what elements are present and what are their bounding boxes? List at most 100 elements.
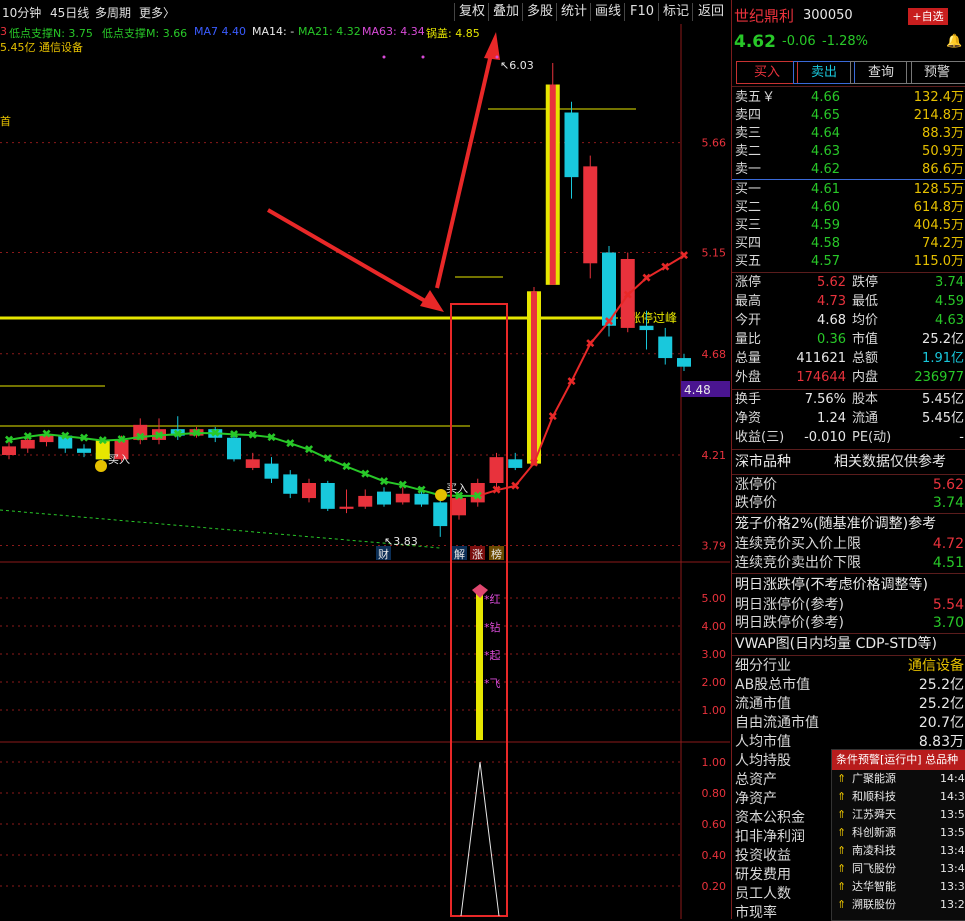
- candle: [564, 101, 579, 199]
- quote-row: 总量 411621 总额 1.91亿: [732, 350, 965, 368]
- ask-row[interactable]: 卖二 4.63 50.9万: [732, 143, 965, 161]
- chart-area[interactable]: 10分钟 45日线 多周期 更多〉 复权 叠加 多股 统计 画线 F10 标记 …: [0, 0, 730, 919]
- bid-row[interactable]: 买四 4.58 74.2万: [732, 235, 965, 253]
- condition-alert-panel[interactable]: 条件预警[运行中] 总品种 ⇑ 广聚能源 14:4 ⇑ 和顺科技 14:3 ⇑ 江苏舜天 13:…: [831, 749, 965, 921]
- ask-label: 卖三: [735, 126, 762, 141]
- quote-value: 4.59: [935, 294, 964, 309]
- ma-marker: ✖: [360, 467, 370, 481]
- candle-body: [302, 483, 316, 499]
- bid-row[interactable]: 买二 4.60 614.8万: [732, 199, 965, 217]
- query-button[interactable]: 查询: [850, 61, 912, 84]
- candle-body: [433, 502, 448, 527]
- annotation-arrow-shaft: [266, 208, 434, 307]
- sell-button[interactable]: 卖出: [793, 61, 855, 84]
- limit-row: 跌停价 3.74: [732, 494, 965, 512]
- fund-row: 收益(三) -0.010 PE(动) -: [732, 429, 965, 447]
- quote-key: 市值: [852, 332, 879, 347]
- candle-body: [77, 448, 91, 453]
- alert-button[interactable]: 预警: [906, 61, 965, 84]
- market-type: 深市品种: [735, 454, 791, 470]
- divider: [732, 474, 965, 475]
- alert-item[interactable]: ⇑ 和顺科技 14:3: [832, 788, 965, 806]
- sub-axis-1: 5.00 4.00 3.00 2.00 1.00: [0, 592, 726, 717]
- quote-key: 量比: [735, 332, 762, 347]
- quote-key: 内盘: [852, 370, 879, 385]
- annotation-arrow-head: [420, 290, 444, 312]
- buy-mark-2: 买入: [446, 482, 468, 495]
- ma-marker: ✖: [510, 479, 520, 493]
- cage-key: 连续竞价卖出价下限: [735, 555, 861, 571]
- alert-item[interactable]: ⇑ 南凌科技 13:4: [832, 842, 965, 860]
- candle-body: [583, 166, 598, 264]
- ask-price: 4.63: [811, 144, 840, 159]
- ask-label: 卖二: [735, 144, 762, 159]
- candle-body: [564, 112, 579, 178]
- alert-item[interactable]: ⇑ 同飞股份 13:4: [832, 860, 965, 878]
- alert-item[interactable]: ⇑ 达华智能 13:3: [832, 878, 965, 896]
- signal-word: *飞: [484, 677, 501, 690]
- bid-row[interactable]: 买三 4.59 404.5万: [732, 217, 965, 235]
- ask-row[interactable]: 卖五 ￥ 4.66 132.4万: [732, 89, 965, 107]
- vwap-link[interactable]: VWAP图(日内均量 CDP-STD等): [732, 635, 965, 653]
- bid-row[interactable]: 买五 4.57 115.0万: [732, 253, 965, 271]
- ma-marker: ✖: [285, 436, 295, 450]
- alert-time: 13:4: [940, 844, 965, 857]
- candle-body: [320, 483, 335, 509]
- tag-unlock-text: 解: [454, 547, 465, 561]
- bid-label: 买二: [735, 200, 762, 215]
- ask-row[interactable]: 卖三 4.64 88.3万: [732, 125, 965, 143]
- ma-marker: ✖: [304, 443, 314, 457]
- tomorrow-title-text: 明日涨跌停(不考虑价格调整等): [735, 577, 928, 593]
- candle-body: [358, 495, 373, 507]
- ma-marker: ✖: [379, 474, 389, 488]
- divider: [732, 389, 965, 390]
- fund-value: -: [959, 430, 964, 445]
- quote-value: 0.36: [817, 332, 846, 347]
- buy-button[interactable]: 买入: [736, 61, 798, 84]
- tomorrow-title: 明日涨跌停(不考虑价格调整等): [732, 576, 965, 594]
- ask-row[interactable]: 卖一 4.62 86.6万: [732, 161, 965, 179]
- bid-volume: 128.5万: [913, 182, 964, 197]
- price-tick-label: 4.21: [702, 449, 727, 462]
- detail-key: 资本公积金: [735, 810, 805, 826]
- bid-price: 4.59: [811, 218, 840, 233]
- add-watchlist-button[interactable]: +自选: [908, 8, 948, 25]
- ma-marker: ✖: [173, 427, 183, 441]
- bid-row[interactable]: 买一 4.61 128.5万: [732, 181, 965, 199]
- tag-dragon-list-text: 榜: [491, 547, 502, 561]
- fund-key: 净资: [735, 411, 762, 426]
- bid-volume: 614.8万: [913, 200, 964, 215]
- up-arrow-icon: ⇑: [837, 844, 847, 857]
- bid-price: 4.61: [811, 182, 840, 197]
- price-change-pct: -1.28%: [822, 34, 868, 49]
- kline-chart[interactable]: 5.66 5.15 4.68 4.21 3.79 5.00 4.00 3.00 2.00 1.0…: [0, 0, 730, 919]
- divider: [732, 513, 965, 514]
- alert-item[interactable]: ⇑ 江苏舜天 13:5: [832, 806, 965, 824]
- ma-marker: ✖: [679, 249, 689, 263]
- sub2-tick-label: 1.00: [702, 756, 727, 769]
- alert-item[interactable]: ⇑ 科创新源 13:5: [832, 824, 965, 842]
- ma-marker: ✖: [23, 430, 33, 444]
- detail-key: 总资产: [735, 772, 777, 788]
- ask-price: 4.66: [811, 90, 840, 105]
- fund-key: PE(动): [852, 430, 892, 445]
- ma-marker: ✖: [192, 426, 202, 440]
- bell-icon[interactable]: 🔔: [946, 33, 962, 51]
- candle-body: [264, 463, 279, 479]
- ask-row[interactable]: 卖四 4.65 214.8万: [732, 107, 965, 125]
- candle: [339, 489, 354, 514]
- candle: [320, 480, 335, 512]
- alert-item[interactable]: ⇑ 广聚能源 14:4: [832, 770, 965, 788]
- detail-value: 通信设备: [908, 658, 964, 674]
- alert-item[interactable]: ⇑ 溯联股份 13:2: [832, 896, 965, 914]
- quote-key: 总量: [735, 351, 762, 366]
- fund-row: 换手 7.56% 股本 5.45亿: [732, 391, 965, 409]
- candle-body: [639, 325, 654, 331]
- yen-icon: ￥: [762, 90, 776, 105]
- detail-key: 研发费用: [735, 867, 791, 883]
- alert-header[interactable]: 条件预警[运行中] 总品种: [832, 750, 965, 770]
- market-note: 相关数据仅供参考: [834, 454, 946, 470]
- quote-row: 量比 0.36 市值 25.2亿: [732, 331, 965, 349]
- price-tick-label: 4.68: [702, 348, 727, 361]
- alert-stock-name: 溯联股份: [852, 898, 896, 911]
